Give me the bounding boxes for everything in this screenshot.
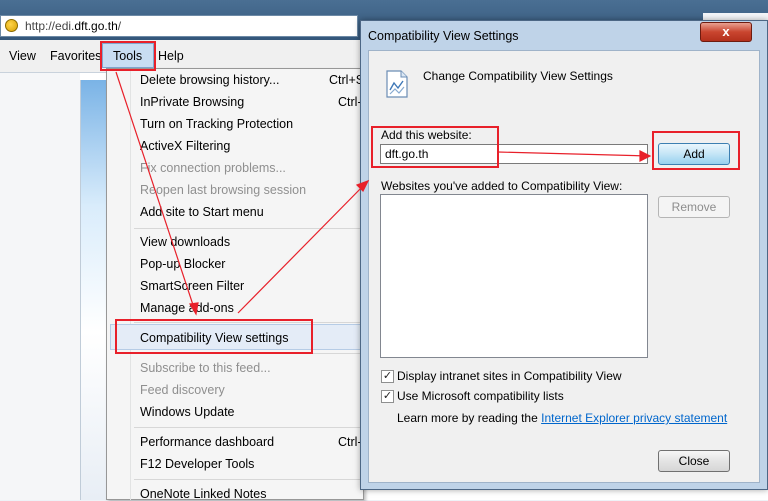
annotation-arrow-line xyxy=(237,180,369,314)
annotation-arrowhead xyxy=(639,150,652,162)
annotation-arrow-line xyxy=(115,71,197,315)
annotation-arrowhead xyxy=(355,179,370,193)
annotation-arrows xyxy=(115,71,652,316)
annotation-arrowhead xyxy=(189,302,199,316)
annotation-arrow-line xyxy=(497,151,651,157)
